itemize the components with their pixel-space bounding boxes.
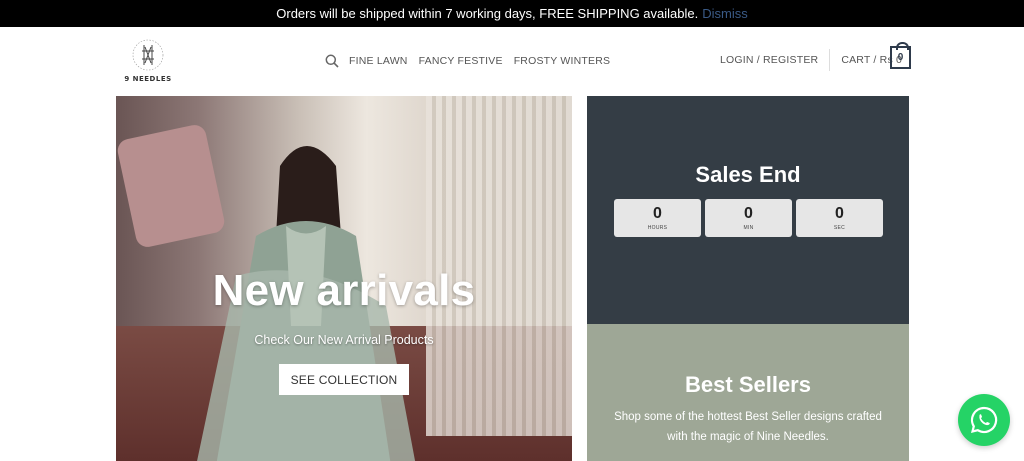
nav-item-frosty-winters[interactable]: FROSTY WINTERS [514,55,611,67]
timer-seconds: 0 SEC [796,199,883,237]
best-sellers-banner[interactable]: Best Sellers Shop some of the hottest Be… [587,324,909,461]
login-register-link[interactable]: LOGIN / REGISTER [720,54,818,66]
hero-title: New arrivals [212,266,476,315]
whatsapp-icon [970,406,998,434]
countdown-timer: 0 HOURS 0 MIN 0 SEC [614,199,883,237]
see-collection-button[interactable]: SEE COLLECTION [279,364,409,395]
timer-minutes: 0 MIN [705,199,792,237]
timer-hours: 0 HOURS [614,199,701,237]
timer-minutes-label: MIN [743,224,754,231]
announcement-bar: Orders will be shipped within 7 working … [0,0,1024,27]
sales-end-banner: Sales End 0 HOURS 0 MIN 0 SEC [587,96,909,324]
main-nav: FINE LAWN FANCY FESTIVE FROSTY WINTERS [325,54,621,68]
search-icon[interactable] [325,54,339,68]
nav-item-fancy-festive[interactable]: FANCY FESTIVE [419,55,503,67]
announcement-text: Orders will be shipped within 7 working … [276,6,699,21]
cart-icon[interactable]: 0 [890,42,911,69]
logo-text: 9 NEEDLES [124,75,172,83]
hero-banner[interactable]: New arrivals Check Our New Arrival Produ… [116,96,572,461]
timer-seconds-label: SEC [833,224,846,231]
nav-item-fine-lawn[interactable]: FINE LAWN [349,55,408,67]
best-sellers-title: Best Sellers [685,372,811,397]
timer-minutes-value: 0 [744,204,753,222]
cart-count: 0 [897,52,904,63]
whatsapp-button[interactable] [958,394,1010,446]
sales-title: Sales End [695,162,801,187]
nav-divider [829,49,831,71]
logo-emblem [128,37,168,73]
best-sellers-description: Shop some of the hottest Best Seller des… [614,411,882,443]
timer-hours-label: HOURS [647,224,668,231]
site-header: 9 NEEDLES FINE LAWN FANCY FESTIVE FROSTY… [0,27,1024,96]
logo[interactable]: 9 NEEDLES [122,37,174,87]
account-nav: LOGIN / REGISTER CART / Rs 0 0 [720,42,911,72]
timer-seconds-value: 0 [835,204,844,222]
timer-hours-value: 0 [653,204,662,222]
dismiss-link[interactable]: Dismiss [702,6,748,21]
hero-subtitle: Check Our New Arrival Products [254,333,434,347]
